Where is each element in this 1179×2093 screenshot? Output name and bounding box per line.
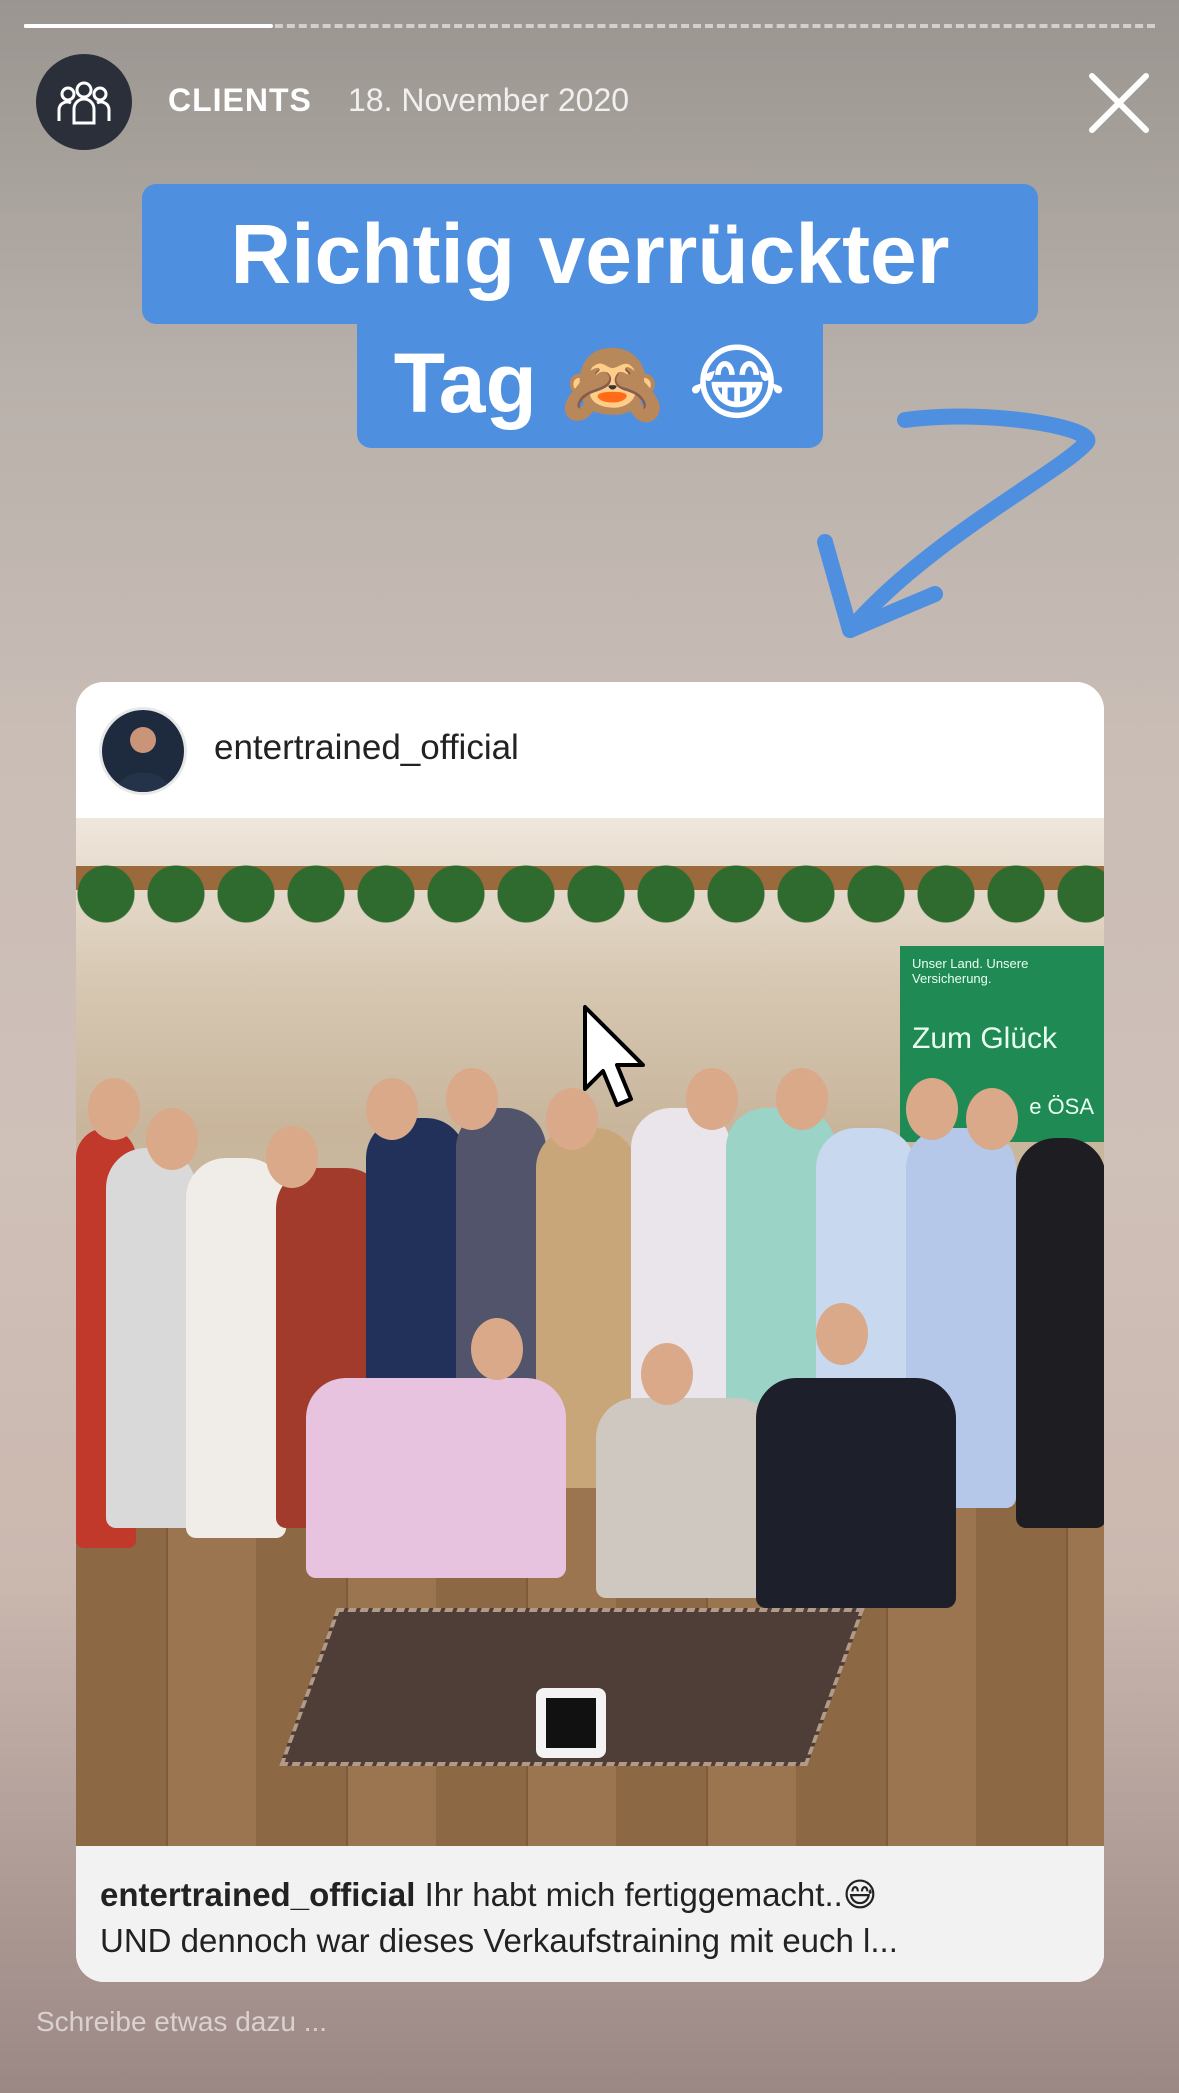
caption-text-line2: UND dennoch war dieses Verkaufstraining … [100, 1922, 898, 1959]
chess-clock [536, 1688, 606, 1758]
story-progress-bar [24, 24, 1155, 28]
group-icon [57, 81, 111, 125]
post-username[interactable]: entertrained_official [214, 728, 519, 768]
group-of-people [76, 1048, 1104, 1608]
progress-fill [24, 24, 273, 28]
post-header: entertrained_official [76, 682, 1104, 818]
caption-username[interactable]: entertrained_official [100, 1876, 415, 1913]
mouse-pointer-icon [583, 1005, 645, 1107]
close-icon[interactable] [1084, 68, 1154, 138]
garland [76, 854, 1104, 934]
shared-post-card[interactable]: entertrained_official Unser Land. Unsere… [76, 682, 1104, 1982]
post-photo: Unser Land. Unsere Versicherung. Zum Glü… [76, 818, 1104, 1846]
banner-small-text: Unser Land. Unsere Versicherung. [912, 956, 1029, 986]
text-overlay-line1: Richtig verrückter [142, 184, 1038, 324]
post-caption: entertrained_official Ihr habt mich fert… [76, 1846, 1104, 1982]
story-avatar[interactable] [36, 54, 132, 150]
text-overlay-line2: Tag 🙈 😂 [357, 318, 823, 448]
story-date: 18. November 2020 [348, 82, 630, 118]
story-title[interactable]: CLIENTS [168, 82, 312, 119]
reply-input[interactable]: Schreibe etwas dazu ... [36, 2006, 327, 2038]
post-avatar[interactable] [102, 710, 184, 792]
curved-arrow-icon [817, 408, 1096, 638]
caption-text: Ihr habt mich fertiggemacht..😅 [415, 1876, 878, 1913]
person-silhouette-icon [116, 727, 170, 792]
